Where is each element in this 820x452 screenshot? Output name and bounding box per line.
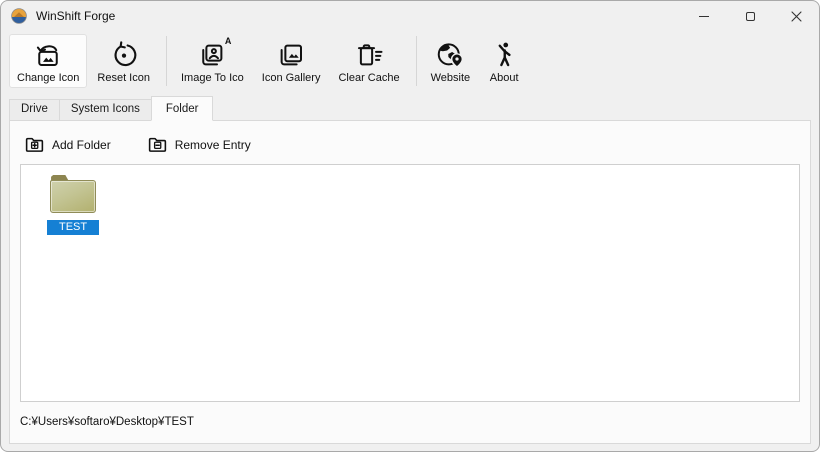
about-button[interactable]: About bbox=[480, 34, 528, 88]
add-folder-button[interactable]: Add Folder bbox=[24, 134, 111, 155]
toolbar-separator bbox=[416, 36, 417, 86]
maximize-button[interactable] bbox=[727, 1, 773, 31]
website-button[interactable]: Website bbox=[423, 34, 479, 88]
close-button[interactable] bbox=[773, 1, 819, 31]
tab-drive[interactable]: Drive bbox=[9, 99, 60, 120]
website-globe-icon bbox=[434, 39, 466, 71]
remove-entry-icon bbox=[147, 134, 168, 155]
add-folder-icon bbox=[24, 134, 45, 155]
add-folder-label: Add Folder bbox=[52, 138, 111, 152]
reset-icon-icon bbox=[108, 39, 140, 71]
change-icon-button[interactable]: Change Icon bbox=[9, 34, 87, 88]
website-label: Website bbox=[431, 72, 471, 84]
image-to-ico-button[interactable]: A Image To Ico bbox=[173, 34, 252, 88]
remove-entry-label: Remove Entry bbox=[175, 138, 251, 152]
status-path: C:¥Users¥softaro¥Desktop¥TEST bbox=[10, 402, 810, 428]
reset-icon-button[interactable]: Reset Icon bbox=[89, 34, 158, 88]
change-icon-label: Change Icon bbox=[17, 72, 79, 84]
clear-cache-button[interactable]: Clear Cache bbox=[330, 34, 407, 88]
folder-list[interactable]: TEST bbox=[20, 164, 800, 402]
folder-name-selected: TEST bbox=[47, 220, 99, 235]
about-label: About bbox=[490, 72, 519, 84]
about-person-icon bbox=[488, 39, 520, 71]
app-logo-icon bbox=[11, 8, 27, 24]
remove-entry-button[interactable]: Remove Entry bbox=[147, 134, 251, 155]
tab-system-icons[interactable]: System Icons bbox=[59, 99, 152, 120]
change-icon-icon bbox=[32, 39, 64, 71]
image-to-ico-badge: A bbox=[225, 36, 232, 46]
tab-folder[interactable]: Folder bbox=[151, 96, 214, 121]
clear-cache-label: Clear Cache bbox=[338, 72, 399, 84]
toolbar: Change Icon Reset Icon A bbox=[1, 31, 819, 89]
image-to-ico-icon: A bbox=[196, 39, 228, 71]
reset-icon-label: Reset Icon bbox=[97, 72, 150, 84]
clear-cache-icon bbox=[353, 39, 385, 71]
tab-strip: Drive System Icons Folder bbox=[1, 89, 819, 120]
minimize-button[interactable] bbox=[681, 1, 727, 31]
folder-tab-page: Add Folder Remove Entry TEST C:¥Users bbox=[9, 120, 811, 444]
folder-actions: Add Folder Remove Entry bbox=[10, 121, 810, 155]
list-item-folder[interactable]: TEST bbox=[47, 175, 99, 235]
image-to-ico-label: Image To Ico bbox=[181, 72, 244, 84]
window-title: WinShift Forge bbox=[36, 9, 115, 23]
icon-gallery-label: Icon Gallery bbox=[262, 72, 321, 84]
close-icon bbox=[791, 11, 802, 22]
icon-gallery-icon bbox=[275, 39, 307, 71]
toolbar-separator bbox=[166, 36, 167, 86]
folder-icon bbox=[50, 175, 96, 213]
app-window: WinShift Forge Change Icon bbox=[0, 0, 820, 452]
maximize-icon bbox=[746, 12, 755, 21]
icon-gallery-button[interactable]: Icon Gallery bbox=[254, 34, 329, 88]
title-bar: WinShift Forge bbox=[1, 1, 819, 31]
minimize-icon bbox=[699, 16, 709, 17]
